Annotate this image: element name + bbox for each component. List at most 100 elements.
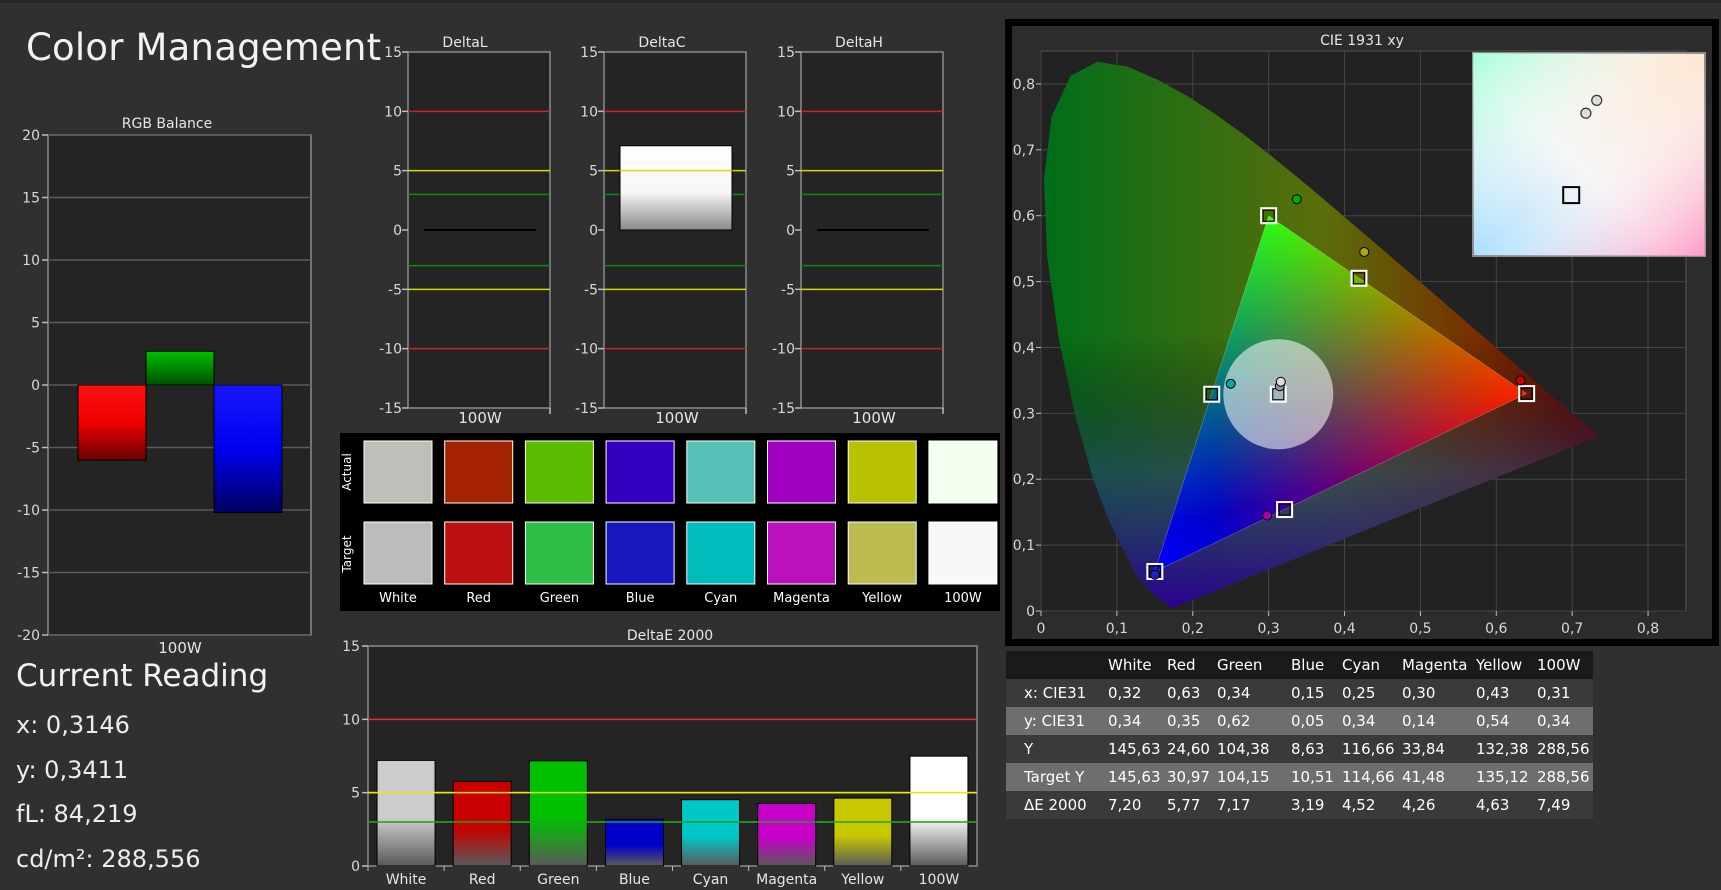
- swatch-actual-7: [928, 440, 998, 504]
- table-cell: 0,62: [1217, 712, 1251, 730]
- delta-c-tick-label: -5: [584, 282, 598, 298]
- delta-h-plot: 15 10 5 0 -5 -10 -15: [772, 45, 944, 417]
- delta-h-tick-label: 15: [777, 45, 795, 61]
- swatch-row-label-actual: Actual: [340, 453, 354, 491]
- table-cell: 7,49: [1537, 796, 1571, 814]
- swatch-target-5: [767, 521, 836, 585]
- delta-l-tick-label: -5: [388, 282, 402, 298]
- rgb-tick-label: -5: [26, 441, 40, 457]
- swatch-label: Yellow: [861, 591, 902, 606]
- rgb-balance-chart: RGB Balance 20 15 10 5 0 -5 -10 -15 -20 100W: [17, 116, 312, 657]
- rgb-tick-label: 20: [22, 128, 40, 144]
- delta-l-tick-label: -10: [379, 342, 402, 358]
- cie-measured-point: [1149, 569, 1160, 580]
- table-cell: 24,60: [1167, 740, 1210, 758]
- swatch-label: Blue: [626, 591, 655, 606]
- cie-x-tick-label: 0: [1037, 621, 1046, 637]
- delta-e-chart: DeltaE 2000 15 10 5 0 White Red Green Blue Cyan…: [342, 628, 978, 888]
- swatch-target-2: [524, 521, 594, 585]
- cie-y-tick-label: 0,6: [1013, 209, 1035, 225]
- table-cell: 0,31: [1537, 684, 1571, 702]
- cie-x-tick-label: 0,7: [1561, 621, 1583, 637]
- swatch-actual-5: [767, 440, 836, 504]
- delta-e-x-label: White: [386, 872, 427, 888]
- table-cell: 0,34: [1537, 712, 1571, 730]
- cie-inset-measured: [1591, 94, 1603, 106]
- cie-x-tick-label: 0,8: [1637, 621, 1659, 637]
- delta-c-tick-label: 10: [580, 104, 598, 120]
- table-cell: 132,38: [1476, 740, 1529, 758]
- delta-e-tick-label: 0: [351, 859, 360, 875]
- table-column-header: Green: [1217, 656, 1263, 674]
- table-cell: 30,97: [1167, 768, 1210, 786]
- measurement-table: White Red Green Blue Cyan Magenta Yellow 100W x…: [1006, 651, 1593, 819]
- cie-y-tick-label: 0: [1026, 604, 1035, 620]
- table-cell: 0,30: [1402, 684, 1436, 702]
- table-row-label: Target Y: [1024, 768, 1085, 786]
- table-cell: 288,56: [1537, 768, 1590, 786]
- table-cell: 0,54: [1476, 712, 1510, 730]
- cie-title: CIE 1931 xy: [1320, 33, 1404, 49]
- delta-e-bar: [452, 780, 512, 867]
- cie-y-tick-label: 0,5: [1013, 275, 1035, 291]
- rgb-tick-label: 10: [22, 253, 40, 269]
- table-cell: 104,38: [1217, 740, 1270, 758]
- table-row-label: Y: [1024, 740, 1034, 758]
- rgb-balance-category: 100W: [158, 639, 202, 657]
- table-cell: 7,17: [1217, 796, 1251, 814]
- cie-measured-point: [1225, 378, 1236, 389]
- table-row: y: CIE31 0,34 0,35 0,62 0,05 0,34 0,14 0,54 0,34: [1006, 707, 1593, 735]
- cie-white-glow: [1223, 339, 1334, 450]
- cie-measured-point: [1515, 375, 1526, 386]
- table-cell: 0,34: [1342, 712, 1376, 730]
- swatch-target-4: [686, 521, 756, 585]
- swatch-target-6: [847, 521, 917, 585]
- delta-c-tick-label: -15: [575, 401, 598, 417]
- delta-c-plot: 15 10 5 0 -5 -10 -15: [575, 45, 747, 417]
- delta-e-tick-label: 5: [351, 786, 360, 802]
- table-cell: 145,63: [1108, 768, 1161, 786]
- rgb-tick-label: 0: [31, 378, 40, 394]
- table-cell: 3,19: [1291, 796, 1325, 814]
- delta-c-tick-label: 0: [589, 223, 598, 239]
- delta-e-x-label: Green: [537, 872, 579, 888]
- table-column-header: Cyan: [1342, 656, 1381, 674]
- swatch-target-0: [363, 521, 433, 585]
- delta-h-tick-label: -5: [781, 282, 795, 298]
- table-header-row: White Red Green Blue Cyan Magenta Yellow 100W: [1006, 651, 1593, 679]
- delta-e-bar: [833, 797, 893, 867]
- delta-small-charts: DeltaL 100W DeltaC 100W DeltaH 100W 15 10…: [379, 35, 944, 427]
- delta-e-bar: [909, 755, 969, 867]
- delta-h-tick-label: 10: [777, 104, 795, 120]
- table-column-header: Blue: [1291, 656, 1325, 674]
- table-column-header: White: [1108, 656, 1152, 674]
- table-cell: 5,77: [1167, 796, 1201, 814]
- swatch-target-7: [928, 521, 998, 585]
- table-cell: 7,20: [1108, 796, 1142, 814]
- delta-l-title: DeltaL: [442, 35, 487, 51]
- table-cell: 145,63: [1108, 740, 1161, 758]
- cie-x-tick-label: 0,6: [1485, 621, 1507, 637]
- rgb-balance-bar: [77, 384, 147, 461]
- delta-h-tick-label: -15: [772, 401, 795, 417]
- delta-e-x-label: Blue: [619, 872, 650, 888]
- delta-h-title: DeltaH: [835, 35, 883, 51]
- cie-x-tick-label: 0,4: [1333, 621, 1355, 637]
- delta-l-tick-label: 0: [393, 223, 402, 239]
- cie-y-tick-label: 0,1: [1013, 538, 1035, 554]
- table-cell: 135,12: [1476, 768, 1529, 786]
- cie-measured-point: [1262, 510, 1273, 521]
- table-column-header: Magenta: [1402, 656, 1468, 674]
- table-cell: 0,25: [1342, 684, 1376, 702]
- table-row: Y 145,63 24,60 104,38 8,63 116,66 33,84 132,38 2…: [1006, 735, 1593, 763]
- table-cell: 10,51: [1291, 768, 1334, 786]
- delta-c-category: 100W: [655, 409, 699, 427]
- delta-c-bar: [619, 145, 733, 231]
- table-cell: 4,52: [1342, 796, 1376, 814]
- cie-measured-point: [1359, 246, 1370, 257]
- swatch-target-3: [605, 521, 675, 585]
- delta-e-bar: [528, 760, 588, 867]
- rgb-tick-label: 5: [31, 316, 40, 332]
- swatch-actual-0: [363, 440, 433, 504]
- swatch-label: Magenta: [773, 591, 830, 606]
